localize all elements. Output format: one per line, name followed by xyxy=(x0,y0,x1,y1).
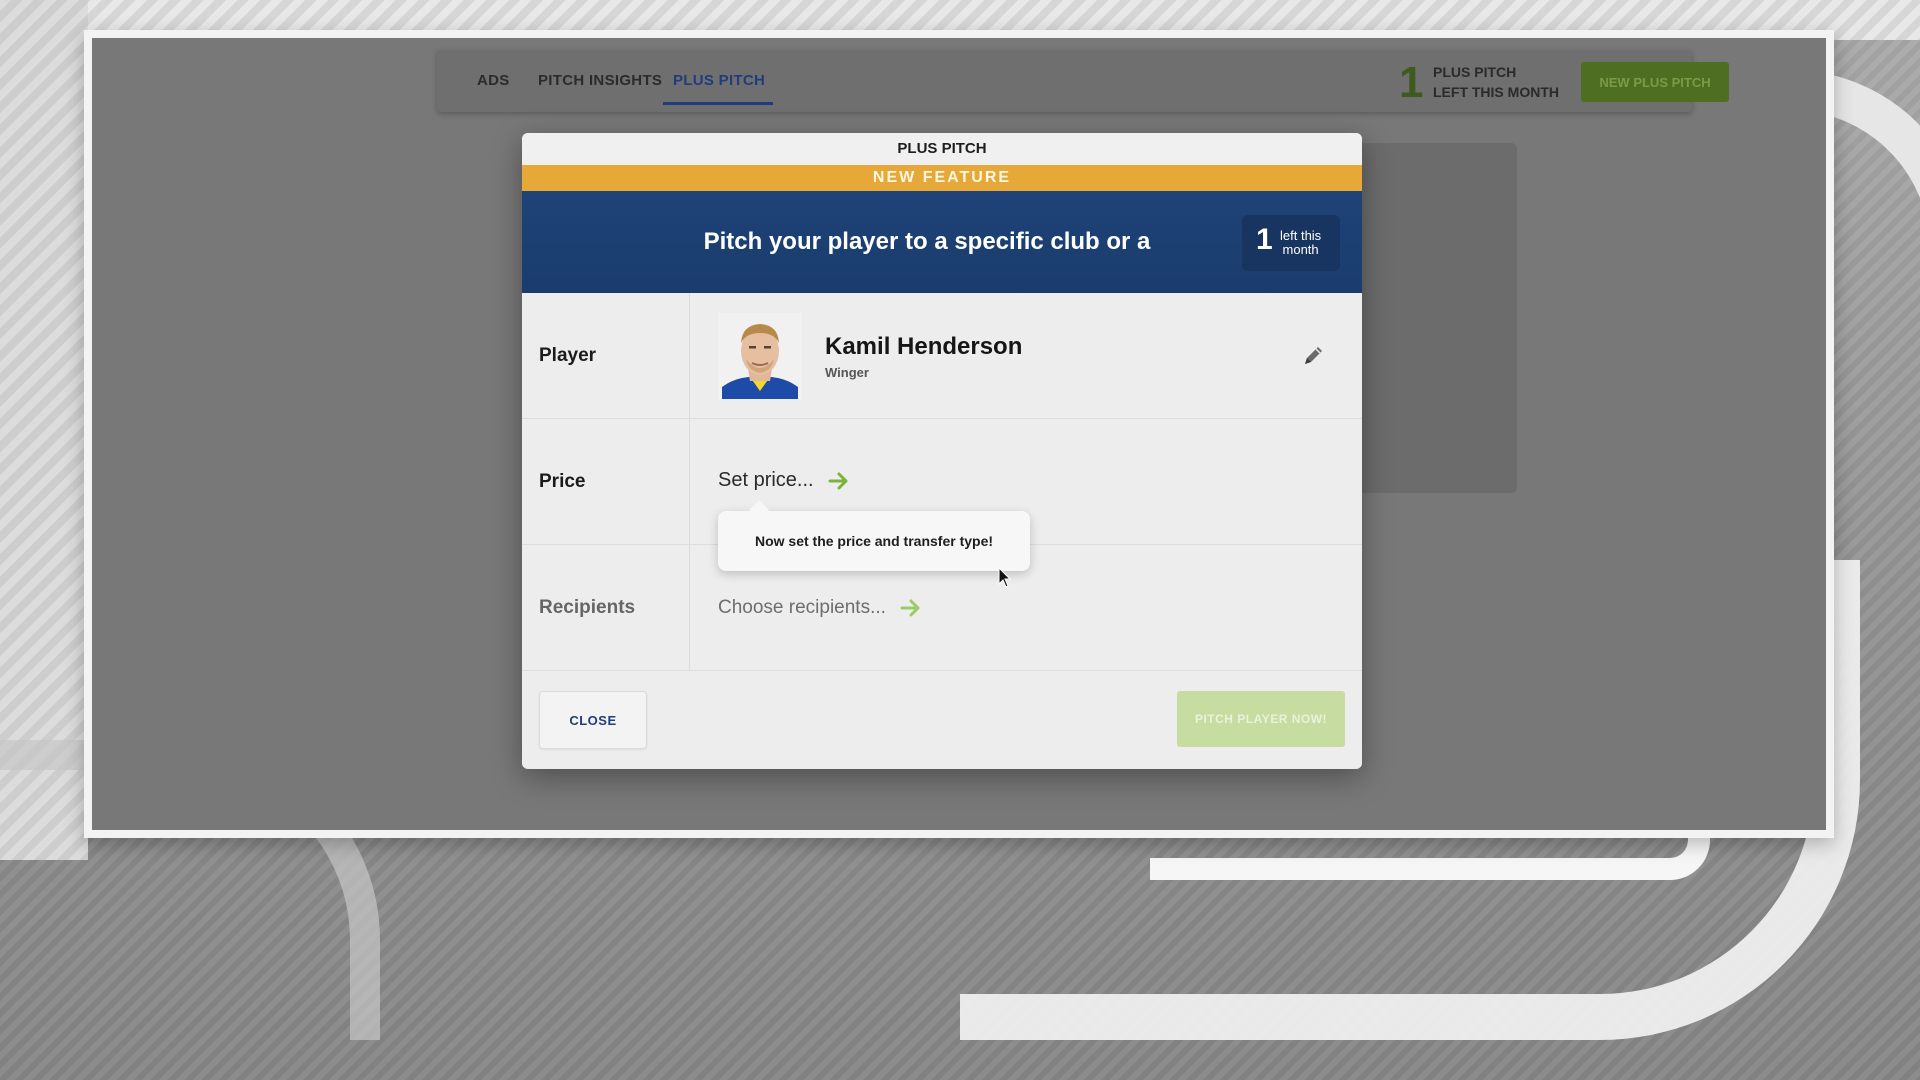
arrow-right-icon xyxy=(900,599,920,617)
tab-ads[interactable]: ADS xyxy=(477,72,510,89)
cursor-icon xyxy=(998,567,1012,588)
badge-label: left this month xyxy=(1280,229,1321,257)
choose-recipients-text: Choose recipients... xyxy=(718,597,886,618)
banner-text: Pitch your player to a specific club or … xyxy=(703,228,1151,357)
tab-pitch-insights[interactable]: PITCH INSIGHTS xyxy=(538,72,662,89)
close-button[interactable]: CLOSE xyxy=(539,691,647,749)
recipients-label: Recipients xyxy=(522,545,690,670)
new-plus-pitch-button[interactable]: NEW PLUS PITCH xyxy=(1581,62,1729,102)
top-nav: ADS PITCH INSIGHTS PLUS PITCH 1 PLUS PIT… xyxy=(437,50,1729,112)
player-position: Winger xyxy=(825,365,869,380)
pencil-icon[interactable] xyxy=(1300,343,1326,369)
price-row: Price Set price... Now set the price and… xyxy=(522,419,1362,588)
price-label: Price xyxy=(522,419,690,544)
left-this-month-badge: 1 left this month xyxy=(1242,215,1340,271)
player-label: Player xyxy=(522,293,690,418)
modal-footer: CLOSE PITCH PLAYER NOW! xyxy=(522,671,1362,767)
modal-banner: Pitch your player to a specific club or … xyxy=(522,191,1362,357)
price-tooltip: Now set the price and transfer type! xyxy=(718,511,1030,571)
background-card xyxy=(1347,143,1517,493)
active-tab-indicator xyxy=(663,102,773,105)
counter-label-line1: PLUS PITCH xyxy=(1433,64,1517,80)
background-left xyxy=(0,0,88,860)
screen-frame: ADS PITCH INSIGHTS PLUS PITCH 1 PLUS PIT… xyxy=(84,30,1834,838)
badge-count: 1 xyxy=(1256,223,1273,256)
set-price-text: Set price... xyxy=(718,469,814,491)
player-name: Kamil Henderson xyxy=(825,333,1023,360)
badge-label-line2: month xyxy=(1282,242,1319,257)
plus-pitch-counter-label: PLUS PITCH LEFT THIS MONTH xyxy=(1433,62,1559,102)
player-avatar xyxy=(718,313,802,399)
player-row: Player Kamil Henderson Winger xyxy=(522,293,1362,419)
badge-label-line1: left this xyxy=(1280,228,1322,243)
new-feature-band: NEW FEATURE xyxy=(522,165,1362,191)
plus-pitch-modal: PLUS PITCH NEW FEATURE Pitch your player… xyxy=(522,133,1362,769)
app-viewport: ADS PITCH INSIGHTS PLUS PITCH 1 PLUS PIT… xyxy=(92,38,1826,830)
plus-pitch-counter: 1 xyxy=(1399,58,1424,107)
tab-plus-pitch[interactable]: PLUS PITCH xyxy=(673,72,765,89)
counter-label-line2: LEFT THIS MONTH xyxy=(1433,84,1559,100)
pitch-player-button[interactable]: PITCH PLAYER NOW! xyxy=(1177,691,1345,747)
arrow-right-icon xyxy=(828,472,848,489)
choose-recipients-link[interactable]: Choose recipients... xyxy=(718,597,922,619)
set-price-link[interactable]: Set price... xyxy=(718,469,850,492)
modal-title: PLUS PITCH xyxy=(522,133,1362,165)
